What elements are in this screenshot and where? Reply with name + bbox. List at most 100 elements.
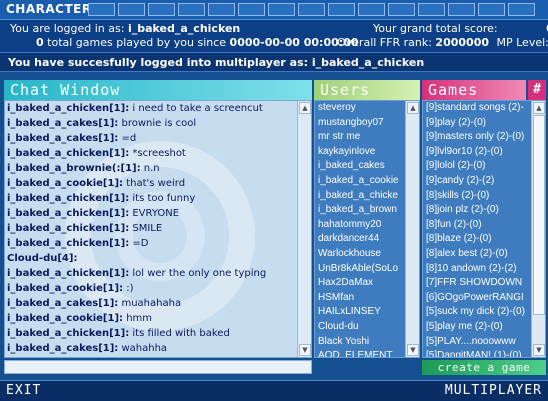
- games-list-panel: [9]standard songs (2)- [9]play (2)-(0) [9]…: [422, 100, 546, 358]
- menu-slot[interactable]: [238, 3, 265, 16]
- games-sort-button[interactable]: #: [528, 80, 546, 100]
- user-list-item[interactable]: Warlockhouse: [315, 247, 403, 262]
- chat-text: :): [123, 283, 134, 294]
- chat-message: i_baked_a_chicken[1]: *screeshot: [7, 146, 297, 161]
- chat-nick: i_baked_a_cookie[1]:: [7, 313, 124, 324]
- menu-slot[interactable]: [148, 3, 175, 16]
- game-list-item[interactable]: [5]DangitMAN! (1)-(0): [423, 349, 529, 357]
- menu-slot[interactable]: [178, 3, 205, 16]
- chat-nick: i_baked_a_chicken[1]:: [7, 208, 130, 219]
- chat-nick: i_baked_a_cakes[1]:: [7, 298, 119, 309]
- game-list-item[interactable]: [7]FFR SHOWDOWN: [423, 276, 529, 291]
- game-list-item[interactable]: [5]play me (2)-(0): [423, 320, 529, 335]
- chat-scrollbar[interactable]: ▲ ▼: [297, 101, 311, 357]
- game-list-item[interactable]: [8]blaze (2)-(0): [423, 232, 529, 247]
- game-list-item[interactable]: [9]masters only (2)-(0): [423, 130, 529, 145]
- users-list: steveroy mustangboy07 mr str me kaykayinlov…: [315, 101, 403, 357]
- game-list-item[interactable]: [9]candy (2)-(2): [423, 174, 529, 189]
- menu-slot[interactable]: [268, 3, 295, 16]
- status-message: You have succesfully logged into multipl…: [0, 52, 548, 72]
- user-list-item[interactable]: HAILxLINSEY: [315, 305, 403, 320]
- users-scroll-down-icon[interactable]: ▼: [407, 344, 419, 356]
- users-scrollbar[interactable]: ▲ ▼: [405, 101, 419, 357]
- chat-nick: i_baked_a_cakes[1]:: [7, 343, 119, 354]
- user-list-item[interactable]: i_baked_cakes: [315, 159, 403, 174]
- exit-button[interactable]: EXIT: [6, 383, 41, 398]
- chat-input[interactable]: [4, 360, 312, 374]
- game-list-item[interactable]: [8]alex best (2)-(0): [423, 247, 529, 262]
- user-list-item[interactable]: i_baked_a_cookie: [315, 174, 403, 189]
- chat-text: =d: [118, 133, 137, 144]
- rank-value: 2000000: [435, 36, 489, 49]
- game-list-item[interactable]: [5]suck my dick (2)-(0): [423, 305, 529, 320]
- multiplayer-label: MULTIPLAYER: [444, 383, 542, 398]
- game-list-item[interactable]: [6]GOgoPowerRANGI: [423, 291, 529, 306]
- user-list-item[interactable]: darkdancer44: [315, 232, 403, 247]
- game-list-item[interactable]: [9]standard songs (2)-: [423, 101, 529, 116]
- character-title[interactable]: CHARACTER: [6, 2, 92, 16]
- menu-slot[interactable]: [88, 3, 115, 16]
- games-scrollbar[interactable]: ▲ ▼: [531, 101, 545, 357]
- chat-message: i_baked_a_cakes[1]: wahahha: [7, 341, 297, 356]
- game-list-item[interactable]: [9]lvl9or10 (2)-(0): [423, 145, 529, 160]
- game-list-item[interactable]: [8]10 andown (2)-(2): [423, 262, 529, 277]
- chat-text: EVRYONE: [129, 208, 180, 219]
- user-list-item[interactable]: UnBr8kAble(SoLo: [315, 262, 403, 277]
- user-list-item[interactable]: steveroy: [315, 101, 403, 116]
- users-scroll-up-icon[interactable]: ▲: [407, 102, 419, 114]
- chat-message: i_baked_a_cakes[1]: =d: [7, 131, 297, 146]
- menu-slot[interactable]: [298, 3, 325, 16]
- chat-text: i need to take a screencut: [129, 103, 263, 114]
- chat-text: *screeshot: [129, 148, 186, 159]
- chat-message: i_baked_a_chicken[1]: =D: [7, 236, 297, 251]
- menu-slot[interactable]: [418, 3, 445, 16]
- games-scroll-down-icon[interactable]: ▼: [533, 344, 545, 356]
- chat-nick: i_baked_a_cookie[1]:: [7, 283, 124, 294]
- menu-slot[interactable]: [508, 3, 535, 16]
- score-label: Your grand total score:: [373, 22, 498, 35]
- game-list-item[interactable]: [9]play (2)-(0): [423, 116, 529, 131]
- user-list-item[interactable]: mr str me: [315, 130, 403, 145]
- menu-slot[interactable]: [328, 3, 355, 16]
- user-list-item[interactable]: Cloud-du: [315, 320, 403, 335]
- menu-slot[interactable]: [358, 3, 385, 16]
- user-list-item[interactable]: mustangboy07: [315, 116, 403, 131]
- game-list-item[interactable]: [8]join plz (2)-(0): [423, 203, 529, 218]
- chat-nick: i_baked_a_chicken[1]:: [7, 223, 130, 234]
- user-list-item[interactable]: i_baked_a_brown: [315, 203, 403, 218]
- chat-scroll-up-icon[interactable]: ▲: [299, 102, 311, 114]
- user-list-item[interactable]: kaykayinlove: [315, 145, 403, 160]
- menu-slot[interactable]: [208, 3, 235, 16]
- user-list-item[interactable]: HSMfan: [315, 291, 403, 306]
- games-scroll-up-icon[interactable]: ▲: [533, 102, 545, 114]
- chat-scroll-down-icon[interactable]: ▼: [299, 344, 311, 356]
- chat-message: i_baked_a_cookie[1]: :): [7, 281, 297, 296]
- chat-message: i_baked_a_cookie[1]: hmm: [7, 311, 297, 326]
- game-list-item[interactable]: [8]fun (2)-(0): [423, 218, 529, 233]
- mp-level-label: MP Level:: [496, 36, 548, 49]
- chat-nick: i_baked_a_chicken[1]:: [7, 328, 130, 339]
- games-scroll-thumb[interactable]: [533, 115, 545, 315]
- game-list-item[interactable]: [9]lolol (2)-(0): [423, 159, 529, 174]
- user-list-item[interactable]: AOD_ELEMENT: [315, 349, 403, 357]
- chat-window: i_baked_a_chicken[1]: i need to take a s…: [4, 100, 312, 358]
- user-list-item[interactable]: Black Yoshi: [315, 335, 403, 350]
- game-list-item[interactable]: [5]PLAY....nooowww: [423, 335, 529, 350]
- menu-slot[interactable]: [118, 3, 145, 16]
- games-played-text: total games played by you since: [47, 36, 227, 49]
- create-game-button[interactable]: create a game: [422, 360, 546, 375]
- user-list-item[interactable]: i_baked_a_chicke: [315, 189, 403, 204]
- chat-text: that's weird: [123, 178, 186, 189]
- top-slot-row: [88, 3, 535, 16]
- user-list-item[interactable]: Hax2DaMax: [315, 276, 403, 291]
- chat-nick: i_baked_a_chicken[1]:: [7, 148, 130, 159]
- chat-nick: i_baked_a_chicken[1]:: [7, 103, 130, 114]
- rank-label: Overall FFR rank:: [337, 36, 432, 49]
- user-list-item[interactable]: hahatommy20: [315, 218, 403, 233]
- game-list-item[interactable]: [8]skills (2)-(0): [423, 189, 529, 204]
- chat-nick: i_baked_a_chicken[1]:: [7, 193, 130, 204]
- menu-slot[interactable]: [448, 3, 475, 16]
- chat-text: SMILE: [129, 223, 163, 234]
- menu-slot[interactable]: [478, 3, 505, 16]
- menu-slot[interactable]: [388, 3, 415, 16]
